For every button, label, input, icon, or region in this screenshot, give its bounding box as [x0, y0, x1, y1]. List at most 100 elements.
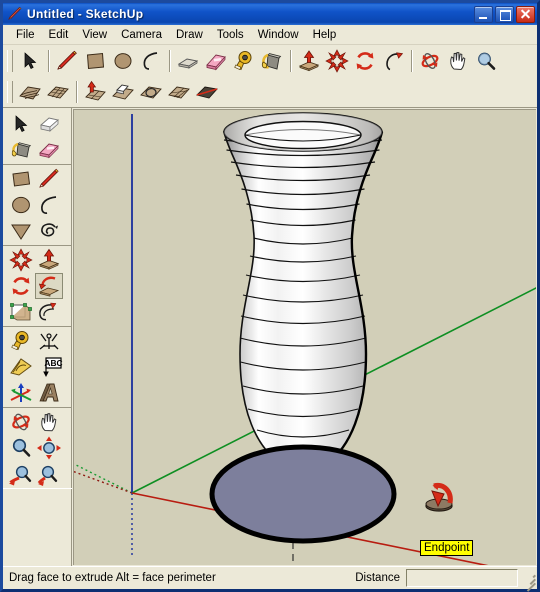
menu-view[interactable]: View	[75, 27, 114, 43]
toolbar-row-sandbox-tools	[3, 77, 537, 107]
toolbar-select-arrow-icon[interactable]	[17, 48, 43, 74]
drawing-viewport[interactable]: Endpoint	[73, 109, 536, 565]
window-controls	[474, 5, 535, 23]
toolbar-grip[interactable]	[7, 81, 13, 103]
y-axis-negative	[74, 463, 133, 494]
tool-3d-text-icon[interactable]	[35, 380, 63, 406]
toolbar-pushpull-face-icon[interactable]	[175, 48, 201, 74]
toolbar-tape-measure-icon[interactable]	[231, 48, 257, 74]
main-body: ABC Endpoint	[3, 108, 537, 566]
tool-axes-icon[interactable]	[7, 380, 35, 406]
toolbar-separator	[290, 50, 291, 72]
tool-tape-measure-icon[interactable]	[7, 328, 35, 354]
tool-paint-bucket-icon[interactable]	[7, 137, 35, 163]
x-axis-negative	[74, 470, 133, 494]
tool-group-draw	[3, 164, 73, 245]
menu-tools[interactable]: Tools	[210, 27, 251, 43]
toolbar-sandbox-drape-icon[interactable]	[138, 79, 164, 105]
vase-body	[222, 131, 384, 471]
toolbar-row-large-tools	[3, 45, 537, 77]
toolbar-sandbox-from-contours-icon[interactable]	[17, 79, 43, 105]
toolbar-zoom-magnifier-icon[interactable]	[473, 48, 499, 74]
tool-followme-icon[interactable]	[35, 273, 63, 299]
vase-rim-inner	[244, 120, 362, 150]
tool-line-pencil-icon[interactable]	[35, 166, 63, 192]
maximize-button[interactable]	[495, 5, 514, 23]
top-toolbars	[3, 45, 537, 108]
status-bar: Drag face to extrude Alt = face perimete…	[3, 566, 537, 592]
tool-polygon-icon[interactable]	[7, 218, 35, 244]
toolbar-orbit-icon[interactable]	[417, 48, 443, 74]
toolbar-separator	[411, 50, 412, 72]
tool-freehand-icon[interactable]	[35, 218, 63, 244]
tool-arc-icon[interactable]	[35, 192, 63, 218]
tool-pushpull-arrow-icon[interactable]	[35, 247, 63, 273]
toolbar-separator	[76, 81, 77, 103]
tool-group-construction: ABC	[3, 326, 73, 407]
tool-protractor-icon[interactable]	[7, 354, 35, 380]
tool-rotate-icon[interactable]	[7, 273, 35, 299]
menu-file[interactable]: File	[9, 27, 42, 43]
toolbar-rotate-icon[interactable]	[352, 48, 378, 74]
tool-previous-view-icon[interactable]	[7, 461, 35, 487]
menu-help[interactable]: Help	[306, 27, 344, 43]
tool-group-modify	[3, 245, 73, 326]
tool-move-icon[interactable]	[7, 247, 35, 273]
toolbar-sandbox-smoove-icon[interactable]	[82, 79, 108, 105]
toolbar-separator	[48, 50, 49, 72]
close-button[interactable]	[516, 5, 535, 23]
tool-select-arrow-icon[interactable]	[7, 111, 35, 137]
toolbar-sandbox-flip-edge-icon[interactable]	[194, 79, 220, 105]
resize-grip[interactable]	[522, 571, 536, 592]
title-bar: Untitled - SketchUp	[3, 3, 537, 25]
window-title: Untitled - SketchUp	[27, 7, 144, 21]
toolbar-rectangle-icon[interactable]	[82, 48, 108, 74]
menu-window[interactable]: Window	[251, 27, 306, 43]
distance-label: Distance	[355, 572, 400, 584]
toolbar-grip[interactable]	[7, 50, 13, 72]
tool-orbit-icon[interactable]	[7, 409, 35, 435]
toolbar-followme-icon[interactable]	[380, 48, 406, 74]
tool-offset-icon[interactable]	[35, 299, 63, 325]
toolbar-pushpull-arrow-icon[interactable]	[296, 48, 322, 74]
tool-make-component-icon[interactable]	[35, 111, 63, 137]
tool-group-edit	[3, 110, 73, 164]
svg-text:ABC: ABC	[44, 358, 62, 368]
drawing-area-wrapper: Endpoint	[72, 108, 537, 566]
tool-pan-hand-icon[interactable]	[35, 409, 63, 435]
status-message: Drag face to extrude Alt = face perimete…	[9, 572, 216, 584]
selected-ellipse-face	[209, 444, 397, 544]
tool-group-camera	[3, 407, 73, 488]
toolbar-circle-icon[interactable]	[110, 48, 136, 74]
toolbar-sandbox-from-scratch-icon[interactable]	[45, 79, 71, 105]
tool-zoom-magnifier-icon[interactable]	[7, 435, 35, 461]
distance-input[interactable]	[406, 569, 518, 587]
toolbar-move-icon[interactable]	[324, 48, 350, 74]
tool-zoom-extents-icon[interactable]	[35, 435, 63, 461]
tool-rectangle-icon[interactable]	[7, 166, 35, 192]
menu-edit[interactable]: Edit	[42, 27, 76, 43]
menu-draw[interactable]: Draw	[169, 27, 210, 43]
menu-camera[interactable]: Camera	[114, 27, 169, 43]
toolbar-pan-hand-icon[interactable]	[445, 48, 471, 74]
tool-next-view-icon[interactable]	[35, 461, 63, 487]
toolbar-sandbox-stamp-icon[interactable]	[110, 79, 136, 105]
tool-text-abc-icon[interactable]: ABC	[35, 354, 63, 380]
tool-eraser-icon[interactable]	[35, 137, 63, 163]
left-tool-palette: ABC	[3, 108, 73, 566]
model-scene	[74, 112, 536, 565]
pushpull-cursor-icon	[425, 482, 453, 512]
sketchup-pencil-icon	[7, 6, 23, 22]
toolbar-separator	[169, 50, 170, 72]
toolbar-eraser-icon[interactable]	[203, 48, 229, 74]
vase-lathe-solid	[222, 112, 384, 471]
toolbar-line-pencil-icon[interactable]	[54, 48, 80, 74]
minimize-button[interactable]	[474, 5, 493, 23]
tool-circle-icon[interactable]	[7, 192, 35, 218]
toolbar-arc-icon[interactable]	[138, 48, 164, 74]
toolbar-sandbox-add-detail-icon[interactable]	[166, 79, 192, 105]
toolbar-paint-bucket-icon[interactable]	[259, 48, 285, 74]
tool-scale-icon[interactable]	[7, 299, 35, 325]
sketchup-window: Untitled - SketchUp File Edit View Camer…	[0, 0, 540, 592]
tool-dimension-icon[interactable]	[35, 328, 63, 354]
